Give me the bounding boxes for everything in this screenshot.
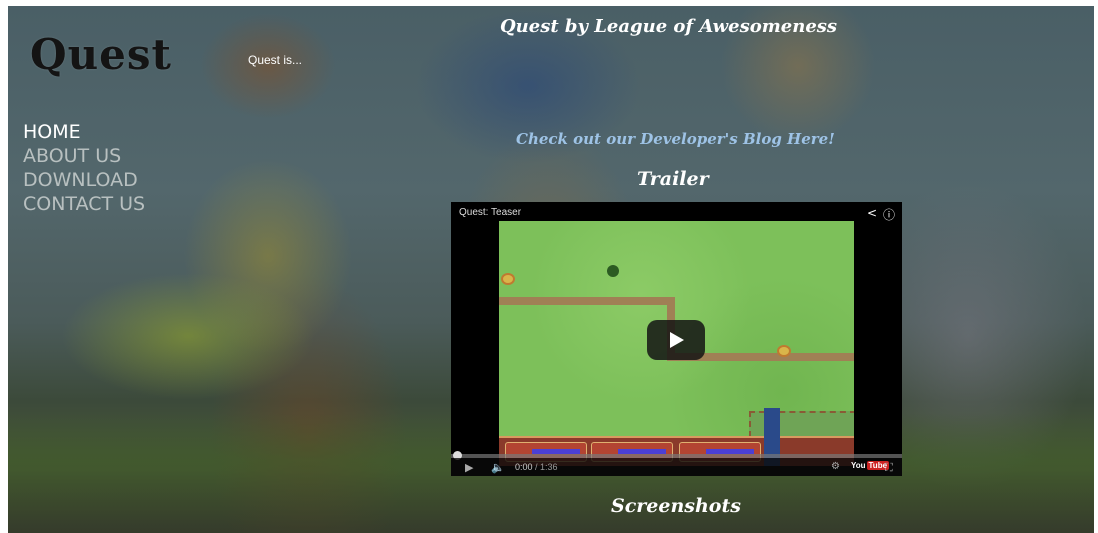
current-time: 0:00 bbox=[515, 462, 533, 472]
nav-item-about-us[interactable]: ABOUT US bbox=[23, 144, 145, 168]
game-path bbox=[499, 297, 675, 305]
volume-icon[interactable]: 🔈 bbox=[491, 461, 505, 474]
play-button[interactable] bbox=[647, 320, 705, 360]
info-icon[interactable]: ⓘ bbox=[883, 206, 895, 223]
tower-sprite bbox=[501, 273, 515, 285]
tagline: Quest is... bbox=[248, 53, 303, 67]
screenshots-heading: Screenshots bbox=[611, 495, 741, 517]
nav-item-home[interactable]: HOME bbox=[23, 120, 145, 144]
main-nav: HOME ABOUT US DOWNLOAD CONTACT US bbox=[23, 120, 145, 216]
video-title[interactable]: Quest: Teaser bbox=[459, 207, 521, 218]
share-icon[interactable]: < bbox=[867, 206, 877, 220]
youtube-logo[interactable]: You Tube bbox=[851, 461, 890, 470]
time-display: 0:00 / 1:36 bbox=[515, 462, 558, 472]
trailer-heading: Trailer bbox=[637, 168, 709, 190]
play-icon[interactable]: ▶ bbox=[465, 461, 473, 474]
video-player[interactable]: Quest: Teaser < ⓘ ▶ 🔈 0:00 / 1:36 ⚙ You T… bbox=[451, 202, 902, 476]
developer-blog-link[interactable]: Check out our Developer's Blog Here! bbox=[516, 130, 835, 148]
youtube-logo-you: You bbox=[851, 461, 866, 470]
video-controls: ▶ 🔈 0:00 / 1:36 ⚙ You Tube ⛶ bbox=[451, 458, 902, 476]
settings-icon[interactable]: ⚙ bbox=[831, 461, 840, 472]
nav-item-contact-us[interactable]: CONTACT US bbox=[23, 192, 145, 216]
tree-sprite bbox=[607, 265, 619, 277]
nav-item-download[interactable]: DOWNLOAD bbox=[23, 168, 145, 192]
tower-sprite bbox=[777, 345, 791, 357]
site-logo[interactable]: Quest bbox=[30, 30, 172, 79]
page-title: Quest by League of Awesomeness bbox=[500, 16, 838, 37]
fullscreen-icon[interactable]: ⛶ bbox=[885, 461, 893, 475]
duration: / 1:36 bbox=[535, 462, 558, 472]
